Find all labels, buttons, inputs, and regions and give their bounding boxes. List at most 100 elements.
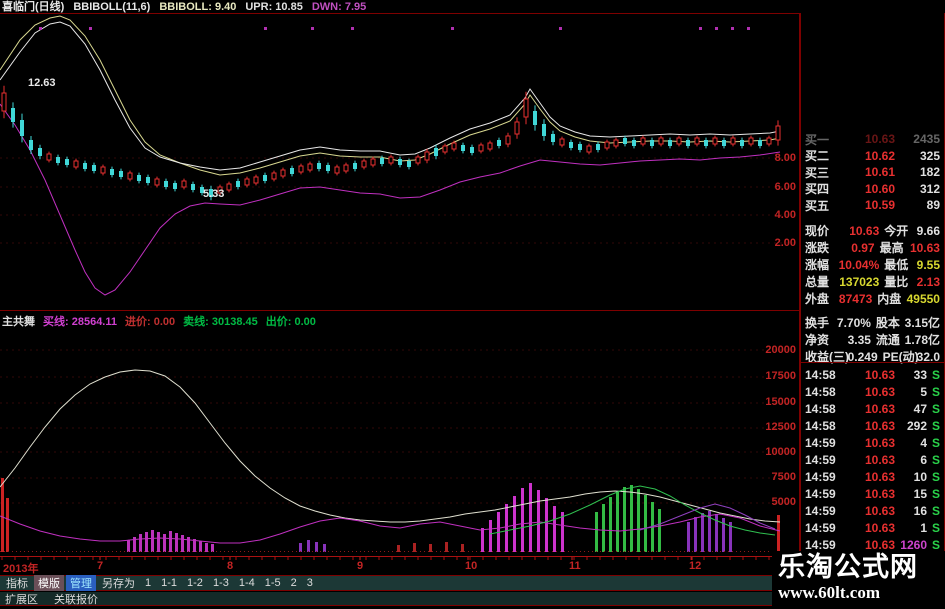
tab-template[interactable]: 模版 — [34, 575, 64, 591]
y-axis-label: 20000 — [765, 344, 796, 356]
sub-indicator-name[interactable]: 主共舞 — [2, 316, 35, 329]
bid-label: 买五 — [805, 198, 830, 213]
tick-time: 14:59 — [805, 503, 836, 518]
time-and-sales-list[interactable]: 14:58 10.63 33 S 14:58 10.63 5 S 14:58 10.63 47 S 14… — [801, 366, 944, 553]
tab-manage[interactable]: 管理 — [66, 575, 96, 591]
stat-row: 换手 7.70% 股本 3.15亿 — [801, 314, 944, 331]
year-label: 2013年 — [3, 563, 39, 575]
stat-label: 流通 — [875, 333, 900, 347]
bid-volume: 312 — [919, 181, 940, 196]
bid-price: 10.62 — [864, 148, 895, 163]
bid-label: 买三 — [805, 165, 830, 180]
stat-value: 2.13 — [916, 274, 940, 289]
tick-volume: 16 — [913, 503, 927, 518]
tick-time: 14:59 — [805, 452, 836, 467]
stat-value: 0.97 — [851, 240, 875, 255]
stat-value: 3.35 — [847, 332, 871, 347]
tab-p2[interactable]: 2 — [287, 577, 301, 589]
stat-value: 10.63 — [909, 240, 940, 255]
y-axis-label: 15000 — [765, 396, 796, 408]
sub-chart-title: 主共舞 买线: 28564.11 进价: 0.00 卖线: 30138.45 出… — [0, 315, 802, 329]
tick-row[interactable]: 14:59 10.63 10 S — [801, 468, 944, 485]
tick-direction-flag: S — [931, 503, 940, 518]
tab-p1-3[interactable]: 1-3 — [209, 577, 233, 589]
tick-volume: 5 — [920, 384, 927, 399]
tick-price: 10.63 — [864, 435, 895, 450]
bid-label: 买二 — [805, 149, 830, 164]
tick-direction-flag: S — [931, 384, 940, 399]
tick-row[interactable]: 14:59 10.63 15 S — [801, 485, 944, 502]
x-axis-month-label: 11 — [569, 560, 581, 572]
stat-row: 涨幅 10.04% 最低 9.55 — [801, 256, 944, 273]
tab-p1-1[interactable]: 1-1 — [157, 577, 181, 589]
y-axis-label: 6.00 — [774, 181, 796, 193]
tick-direction-flag: S — [931, 367, 940, 382]
stat-value: 10.04% — [838, 257, 880, 272]
stat-value: 87473 — [838, 291, 873, 306]
tab-p1-5[interactable]: 1-5 — [261, 577, 285, 589]
bid-volume: 2435 — [913, 132, 940, 147]
tab-save-as[interactable]: 另存为 — [98, 575, 139, 591]
indicator-name[interactable]: BBIBOLL(11,6) — [73, 1, 150, 13]
tab-p1-2[interactable]: 1-2 — [183, 577, 207, 589]
tick-time: 14:58 — [805, 418, 836, 433]
y-axis-label: 2.00 — [774, 237, 796, 249]
bid-volume: 182 — [919, 165, 940, 180]
tick-row[interactable]: 14:59 10.63 4 S — [801, 434, 944, 451]
tick-time: 14:58 — [805, 384, 836, 399]
tick-row[interactable]: 14:58 10.63 33 S — [801, 366, 944, 383]
bid-label: 买一 — [805, 132, 830, 147]
link-extend-area[interactable]: 扩展区 — [3, 591, 40, 607]
stat-label: 量比 — [884, 275, 909, 289]
y-axis-label: 5000 — [771, 496, 796, 508]
x-axis-month-label: 9 — [357, 560, 364, 572]
stat-value: 49550 — [906, 291, 940, 306]
bbiboll-value: BBIBOLL: 9.40 — [159, 0, 237, 13]
stat-label: 内盘 — [877, 292, 902, 306]
stat-label: 涨跌 — [805, 241, 830, 255]
tick-price: 10.63 — [864, 520, 895, 535]
low-price-mark: 5.33 — [203, 188, 225, 200]
bid-price: 10.61 — [864, 165, 895, 180]
y-axis-label: 10000 — [765, 446, 796, 458]
link-linked-quote[interactable]: 关联报价 — [52, 591, 100, 607]
y-axis-label: 8.00 — [774, 152, 796, 164]
tick-row[interactable]: 14:59 10.63 1 S — [801, 519, 944, 536]
stat-row: 外盘 87473 内盘 49550 — [801, 290, 944, 307]
tick-time: 14:59 — [805, 486, 836, 501]
tab-p1[interactable]: 1 — [141, 577, 155, 589]
fundamental-stats: 换手 7.70% 股本 3.15亿 净资 3.35 流通 1.78亿 收益(三) 0.249 PE(… — [801, 314, 944, 365]
panel-divider — [801, 362, 944, 363]
tick-volume: 292 — [906, 418, 927, 433]
tick-price: 10.63 — [864, 503, 895, 518]
stat-value: 10.63 — [849, 223, 880, 238]
tick-row[interactable]: 14:59 10.63 16 S — [801, 502, 944, 519]
tab-indicator[interactable]: 指标 — [2, 575, 32, 591]
y-axis-label: 4.00 — [774, 209, 796, 221]
tick-volume: 4 — [920, 435, 927, 450]
tick-volume: 15 — [913, 486, 927, 501]
tick-row[interactable]: 14:58 10.63 47 S — [801, 400, 944, 417]
high-price-mark: 12.63 — [28, 77, 56, 89]
tick-row[interactable]: 14:58 10.63 5 S — [801, 383, 944, 400]
watermark: 乐淘公式网 www.60lt.com — [772, 551, 945, 609]
stat-row: 总量 137023 量比 2.13 — [801, 273, 944, 290]
tick-price: 10.63 — [864, 537, 895, 552]
x-axis-month-label: 10 — [465, 560, 478, 572]
tab-p3[interactable]: 3 — [303, 577, 317, 589]
price-chart-canvas[interactable] — [0, 0, 800, 560]
tick-row[interactable]: 14:58 10.63 292 S — [801, 417, 944, 434]
upr-value: UPR: 10.85 — [245, 0, 303, 13]
tick-row[interactable]: 14:59 10.63 6 S — [801, 451, 944, 468]
tick-volume: 6 — [920, 452, 927, 467]
y-axis-label: 12500 — [765, 421, 796, 433]
tick-volume: 47 — [913, 401, 927, 416]
stat-label: 换手 — [805, 316, 830, 330]
entry-price-value: 进价: 0.00 — [125, 315, 176, 328]
bid-volume: 89 — [926, 198, 940, 213]
tab-p1-4[interactable]: 1-4 — [235, 577, 259, 589]
tick-volume: 33 — [913, 367, 927, 382]
quote-stats: 现价 10.63 今开 9.66 涨跌 0.97 最高 10.63 涨幅 10.04% 最低 9.55… — [801, 222, 944, 307]
bid-price: 10.60 — [864, 181, 895, 196]
tick-direction-flag: S — [931, 537, 940, 552]
